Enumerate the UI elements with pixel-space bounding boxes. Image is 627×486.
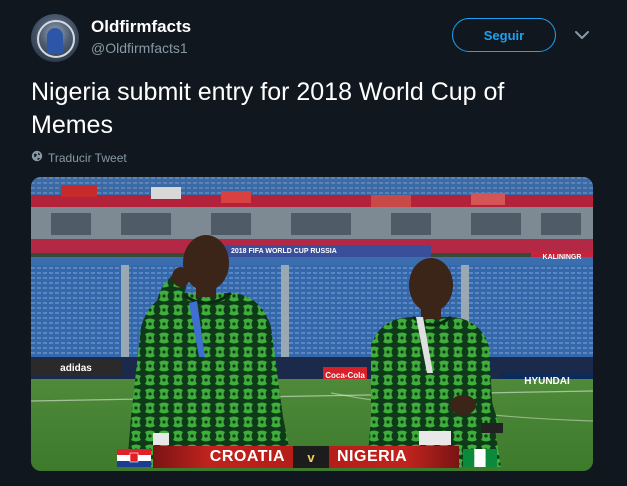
coca-cola-board: Coca-Cola [325, 370, 365, 380]
stadium-photo [31, 177, 593, 471]
world-cup-banner: 2018 FIFA WORLD CUP RUSSIA [231, 248, 337, 255]
tweet-header: Oldfirmfacts @Oldfirmfacts1 Seguir [0, 0, 627, 74]
translate-link[interactable]: Traducir Tweet [31, 150, 127, 165]
hyundai-board: HYUNDAI [524, 375, 570, 387]
follow-button[interactable]: Seguir [452, 18, 556, 52]
kaliningrad-board: KALININGR [542, 253, 582, 261]
tweet-text: Nigeria submit entry for 2018 World Cup … [31, 76, 601, 142]
nigeria-flag-icon [463, 449, 497, 467]
versus-label: v [293, 446, 329, 468]
team-right-label: NIGERIA [329, 446, 459, 468]
chevron-down-icon[interactable] [574, 28, 590, 42]
scoreboard: CROATIA v NIGERIA [117, 445, 535, 469]
account-name[interactable]: Oldfirmfacts [91, 17, 191, 37]
globe-icon [31, 150, 43, 165]
team-left-label: CROATIA [153, 446, 293, 468]
croatia-flag-icon [117, 449, 151, 467]
tweet-text-line-1: Nigeria submit entry for 2018 World Cup … [31, 78, 505, 106]
tweet-text-line-2: Memes [31, 111, 113, 139]
translate-label: Traducir Tweet [48, 150, 127, 165]
account-handle[interactable]: @Oldfirmfacts1 [91, 40, 188, 56]
adidas-board: adidas [60, 362, 92, 374]
avatar[interactable] [31, 14, 79, 62]
tweet-media-image[interactable]: 2018 FIFA WORLD CUP RUSSIA adidas Coca-C… [31, 177, 593, 471]
